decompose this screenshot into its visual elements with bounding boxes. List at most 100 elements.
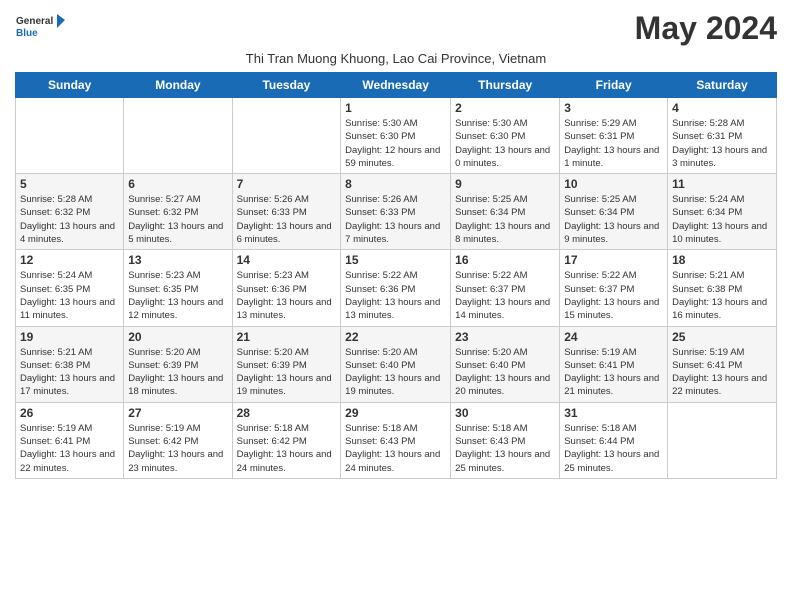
calendar-table: SundayMondayTuesdayWednesdayThursdayFrid… xyxy=(15,72,777,479)
calendar-cell: 5 Sunrise: 5:28 AMSunset: 6:32 PMDaylight… xyxy=(16,174,124,250)
day-number: 26 xyxy=(20,406,119,420)
calendar-cell: 24 Sunrise: 5:19 AMSunset: 6:41 PMDayligh… xyxy=(560,326,668,402)
day-info: Sunrise: 5:22 AMSunset: 6:37 PMDaylight:… xyxy=(455,269,555,322)
day-number: 5 xyxy=(20,177,119,191)
calendar-cell: 17Sunrise: 5:22 AMSunset: 6:37 PMDayligh… xyxy=(560,250,668,326)
day-info: Sunrise: 5:22 AMSunset: 6:36 PMDaylight:… xyxy=(345,269,446,322)
day-info: Sunrise: 5:20 AMSunset: 6:40 PMDaylight:… xyxy=(345,346,446,399)
calendar-cell: 30 Sunrise: 5:18 AMSunset: 6:43 PMDayligh… xyxy=(451,402,560,478)
logo-svg: General Blue xyxy=(15,10,65,46)
calendar-subtitle: Thi Tran Muong Khuong, Lao Cai Province,… xyxy=(15,51,777,66)
calendar-cell: 25Sunrise: 5:19 AMSunset: 6:41 PMDayligh… xyxy=(668,326,777,402)
calendar-cell: 2 Sunrise: 5:30 AMSunset: 6:30 PMDaylight… xyxy=(451,98,560,174)
calendar-cell: 29 Sunrise: 5:18 AMSunset: 6:43 PMDayligh… xyxy=(341,402,451,478)
day-info: Sunrise: 5:24 AMSunset: 6:35 PMDaylight:… xyxy=(20,269,119,322)
weekday-header-tuesday: Tuesday xyxy=(232,73,341,98)
calendar-cell: 14 Sunrise: 5:23 AMSunset: 6:36 PMDayligh… xyxy=(232,250,341,326)
calendar-cell: 4Sunrise: 5:28 AMSunset: 6:31 PMDaylight… xyxy=(668,98,777,174)
day-info: Sunrise: 5:30 AMSunset: 6:30 PMDaylight:… xyxy=(345,117,446,170)
calendar-cell: 31 Sunrise: 5:18 AMSunset: 6:44 PMDayligh… xyxy=(560,402,668,478)
weekday-header-sunday: Sunday xyxy=(16,73,124,98)
calendar-cell: 20 Sunrise: 5:20 AMSunset: 6:39 PMDayligh… xyxy=(124,326,232,402)
calendar-cell: 13 Sunrise: 5:23 AMSunset: 6:35 PMDayligh… xyxy=(124,250,232,326)
calendar-cell xyxy=(232,98,341,174)
day-info: Sunrise: 5:28 AMSunset: 6:32 PMDaylight:… xyxy=(20,193,119,246)
calendar-cell: 16 Sunrise: 5:22 AMSunset: 6:37 PMDayligh… xyxy=(451,250,560,326)
weekday-header-monday: Monday xyxy=(124,73,232,98)
day-number: 31 xyxy=(564,406,663,420)
calendar-cell: 6 Sunrise: 5:27 AMSunset: 6:32 PMDaylight… xyxy=(124,174,232,250)
weekday-header-thursday: Thursday xyxy=(451,73,560,98)
calendar-cell xyxy=(668,402,777,478)
svg-text:Blue: Blue xyxy=(16,28,38,39)
day-info: Sunrise: 5:18 AMSunset: 6:43 PMDaylight:… xyxy=(455,422,555,475)
calendar-cell: 7Sunrise: 5:26 AMSunset: 6:33 PMDaylight… xyxy=(232,174,341,250)
calendar-cell: 9 Sunrise: 5:25 AMSunset: 6:34 PMDaylight… xyxy=(451,174,560,250)
day-number: 22 xyxy=(345,330,446,344)
calendar-cell: 8 Sunrise: 5:26 AMSunset: 6:33 PMDaylight… xyxy=(341,174,451,250)
day-number: 7 xyxy=(237,177,337,191)
day-number: 10 xyxy=(564,177,663,191)
weekday-header-friday: Friday xyxy=(560,73,668,98)
day-info: Sunrise: 5:25 AMSunset: 6:34 PMDaylight:… xyxy=(564,193,663,246)
calendar-cell xyxy=(16,98,124,174)
day-info: Sunrise: 5:23 AMSunset: 6:36 PMDaylight:… xyxy=(237,269,337,322)
day-number: 1 xyxy=(345,101,446,115)
day-info: Sunrise: 5:20 AMSunset: 6:39 PMDaylight:… xyxy=(237,346,337,399)
day-info: Sunrise: 5:23 AMSunset: 6:35 PMDaylight:… xyxy=(128,269,227,322)
day-number: 8 xyxy=(345,177,446,191)
day-info: Sunrise: 5:18 AMSunset: 6:42 PMDaylight:… xyxy=(237,422,337,475)
day-number: 19 xyxy=(20,330,119,344)
day-number: 12 xyxy=(20,253,119,267)
day-info: Sunrise: 5:27 AMSunset: 6:32 PMDaylight:… xyxy=(128,193,227,246)
day-number: 2 xyxy=(455,101,555,115)
page-header: General Blue May 2024 xyxy=(15,10,777,47)
day-info: Sunrise: 5:20 AMSunset: 6:39 PMDaylight:… xyxy=(128,346,227,399)
month-title: May 2024 xyxy=(635,10,777,47)
day-number: 20 xyxy=(128,330,227,344)
day-info: Sunrise: 5:26 AMSunset: 6:33 PMDaylight:… xyxy=(345,193,446,246)
day-number: 11 xyxy=(672,177,772,191)
calendar-cell: 1 Sunrise: 5:30 AMSunset: 6:30 PMDaylight… xyxy=(341,98,451,174)
calendar-cell: 23 Sunrise: 5:20 AMSunset: 6:40 PMDayligh… xyxy=(451,326,560,402)
day-number: 30 xyxy=(455,406,555,420)
calendar-cell: 22 Sunrise: 5:20 AMSunset: 6:40 PMDayligh… xyxy=(341,326,451,402)
calendar-cell: 15 Sunrise: 5:22 AMSunset: 6:36 PMDayligh… xyxy=(341,250,451,326)
calendar-cell: 27 Sunrise: 5:19 AMSunset: 6:42 PMDayligh… xyxy=(124,402,232,478)
day-number: 21 xyxy=(237,330,337,344)
day-number: 13 xyxy=(128,253,227,267)
calendar-cell: 12 Sunrise: 5:24 AMSunset: 6:35 PMDayligh… xyxy=(16,250,124,326)
day-number: 14 xyxy=(237,253,337,267)
day-info: Sunrise: 5:28 AMSunset: 6:31 PMDaylight:… xyxy=(672,117,772,170)
day-info: Sunrise: 5:29 AMSunset: 6:31 PMDaylight:… xyxy=(564,117,663,170)
day-number: 16 xyxy=(455,253,555,267)
day-info: Sunrise: 5:25 AMSunset: 6:34 PMDaylight:… xyxy=(455,193,555,246)
day-info: Sunrise: 5:24 AMSunset: 6:34 PMDaylight:… xyxy=(672,193,772,246)
day-info: Sunrise: 5:18 AMSunset: 6:43 PMDaylight:… xyxy=(345,422,446,475)
calendar-cell: 28 Sunrise: 5:18 AMSunset: 6:42 PMDayligh… xyxy=(232,402,341,478)
day-info: Sunrise: 5:19 AMSunset: 6:41 PMDaylight:… xyxy=(564,346,663,399)
day-number: 15 xyxy=(345,253,446,267)
day-info: Sunrise: 5:19 AMSunset: 6:42 PMDaylight:… xyxy=(128,422,227,475)
day-info: Sunrise: 5:21 AMSunset: 6:38 PMDaylight:… xyxy=(20,346,119,399)
day-number: 29 xyxy=(345,406,446,420)
day-number: 24 xyxy=(564,330,663,344)
day-info: Sunrise: 5:18 AMSunset: 6:44 PMDaylight:… xyxy=(564,422,663,475)
day-number: 17 xyxy=(564,253,663,267)
weekday-header-wednesday: Wednesday xyxy=(341,73,451,98)
day-info: Sunrise: 5:20 AMSunset: 6:40 PMDaylight:… xyxy=(455,346,555,399)
calendar-cell: 11 Sunrise: 5:24 AMSunset: 6:34 PMDayligh… xyxy=(668,174,777,250)
calendar-cell: 19 Sunrise: 5:21 AMSunset: 6:38 PMDayligh… xyxy=(16,326,124,402)
day-info: Sunrise: 5:30 AMSunset: 6:30 PMDaylight:… xyxy=(455,117,555,170)
day-number: 23 xyxy=(455,330,555,344)
day-number: 27 xyxy=(128,406,227,420)
logo: General Blue xyxy=(15,10,65,46)
day-info: Sunrise: 5:19 AMSunset: 6:41 PMDaylight:… xyxy=(672,346,772,399)
day-number: 9 xyxy=(455,177,555,191)
day-info: Sunrise: 5:21 AMSunset: 6:38 PMDaylight:… xyxy=(672,269,772,322)
day-number: 6 xyxy=(128,177,227,191)
day-number: 28 xyxy=(237,406,337,420)
calendar-cell: 10 Sunrise: 5:25 AMSunset: 6:34 PMDayligh… xyxy=(560,174,668,250)
day-number: 18 xyxy=(672,253,772,267)
day-info: Sunrise: 5:19 AMSunset: 6:41 PMDaylight:… xyxy=(20,422,119,475)
